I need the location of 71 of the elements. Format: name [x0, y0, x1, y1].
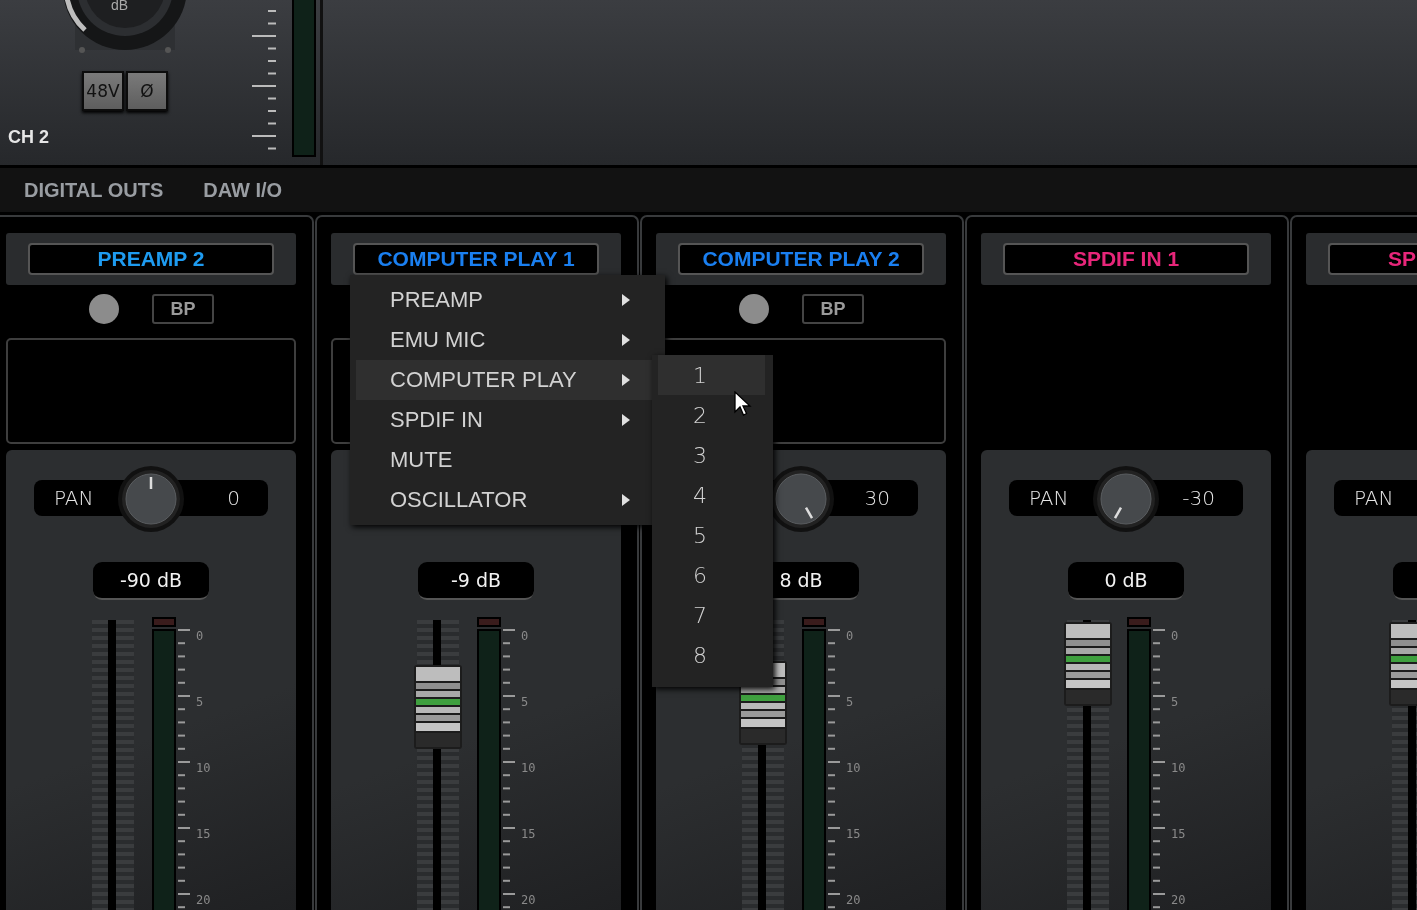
pan-knob[interactable]: [117, 465, 185, 533]
scale-label: 5: [196, 695, 204, 709]
scale-label: 10: [846, 761, 861, 775]
scale-label: 0: [846, 629, 854, 643]
submenu-arrow-icon: [622, 374, 630, 386]
gain-readout: -9 dB: [418, 562, 534, 600]
pan-label: PAN: [54, 486, 94, 510]
clip-indicator: [1127, 617, 1151, 627]
channel-name[interactable]: COMPUTER PLAY 1: [353, 243, 599, 275]
clip-indicator: [802, 617, 826, 627]
bp-button[interactable]: BP: [802, 294, 864, 324]
mouse-cursor-icon: [734, 391, 752, 417]
scale-label: 15: [196, 827, 211, 841]
menu-item[interactable]: SPDIF IN: [356, 400, 652, 440]
scale-label: 0: [196, 629, 204, 643]
gain-readout: -90 dB: [93, 562, 209, 600]
tab[interactable]: DAW I/O: [203, 178, 283, 202]
submenu-arrow-icon: [622, 294, 630, 306]
scale-label: 20: [521, 893, 536, 907]
scale-label: 10: [196, 761, 211, 775]
scale-label: 10: [1171, 761, 1186, 775]
pan-value: -30: [1182, 486, 1215, 510]
menu-item[interactable]: COMPUTER PLAY: [356, 360, 652, 400]
scale-label: 5: [1171, 695, 1179, 709]
clip-indicator: [477, 617, 501, 627]
menu-item[interactable]: 4: [658, 475, 765, 515]
fader-thumb[interactable]: [1064, 622, 1112, 707]
pan-value: 0: [227, 486, 240, 510]
submenu-arrow-icon: [622, 334, 630, 346]
fader-thumb[interactable]: [414, 665, 462, 750]
pan-value: 30: [864, 486, 890, 510]
menu-item[interactable]: OSCILLATOR: [356, 480, 652, 520]
scale-label: 15: [846, 827, 861, 841]
scale-label: 15: [521, 827, 536, 841]
menu-item[interactable]: PREAMP: [356, 280, 652, 320]
menu-item[interactable]: 1: [658, 355, 765, 395]
scale-label: 5: [846, 695, 854, 709]
clip-indicator: [152, 617, 176, 627]
fader-track[interactable]: [89, 620, 137, 910]
scale-label: 0: [1171, 629, 1179, 643]
channel-name[interactable]: COMPUTER PLAY 2: [678, 243, 924, 275]
pan-label: PAN: [1354, 486, 1394, 510]
scale-label: 0: [521, 629, 529, 643]
toggle-button[interactable]: 48V: [82, 71, 124, 111]
menu-item[interactable]: 3: [658, 435, 765, 475]
scale-label: 20: [1171, 893, 1186, 907]
menu-item[interactable]: MUTE: [356, 440, 652, 480]
menu-item[interactable]: 2: [658, 395, 765, 435]
gain-readout: 0 dB: [1068, 562, 1184, 600]
channel-label: CH 2: [8, 127, 49, 148]
fader-track[interactable]: [414, 620, 462, 910]
menu-item[interactable]: 5: [658, 515, 765, 555]
submenu-arrow-icon: [622, 494, 630, 506]
channel-name[interactable]: SP: [1328, 243, 1417, 275]
menu-item[interactable]: EMU MIC: [356, 320, 652, 360]
menu-item[interactable]: 8: [658, 635, 765, 675]
scale-label: 20: [196, 893, 211, 907]
channel-name[interactable]: SPDIF IN 1: [1003, 243, 1249, 275]
pan-knob[interactable]: [1092, 465, 1160, 533]
fader-track[interactable]: [1064, 620, 1112, 910]
bp-button[interactable]: BP: [152, 294, 214, 324]
tab[interactable]: DIGITAL OUTS: [24, 178, 164, 202]
scale-label: 20: [846, 893, 861, 907]
pan-label: PAN: [1029, 486, 1069, 510]
scale-label: 10: [521, 761, 536, 775]
channel-name[interactable]: PREAMP 2: [28, 243, 274, 275]
toggle-button[interactable]: Ø: [126, 71, 168, 111]
scale-label: 5: [521, 695, 529, 709]
knob-unit: dB: [111, 0, 129, 12]
submenu-arrow-icon: [622, 414, 630, 426]
scale-label: 15: [1171, 827, 1186, 841]
